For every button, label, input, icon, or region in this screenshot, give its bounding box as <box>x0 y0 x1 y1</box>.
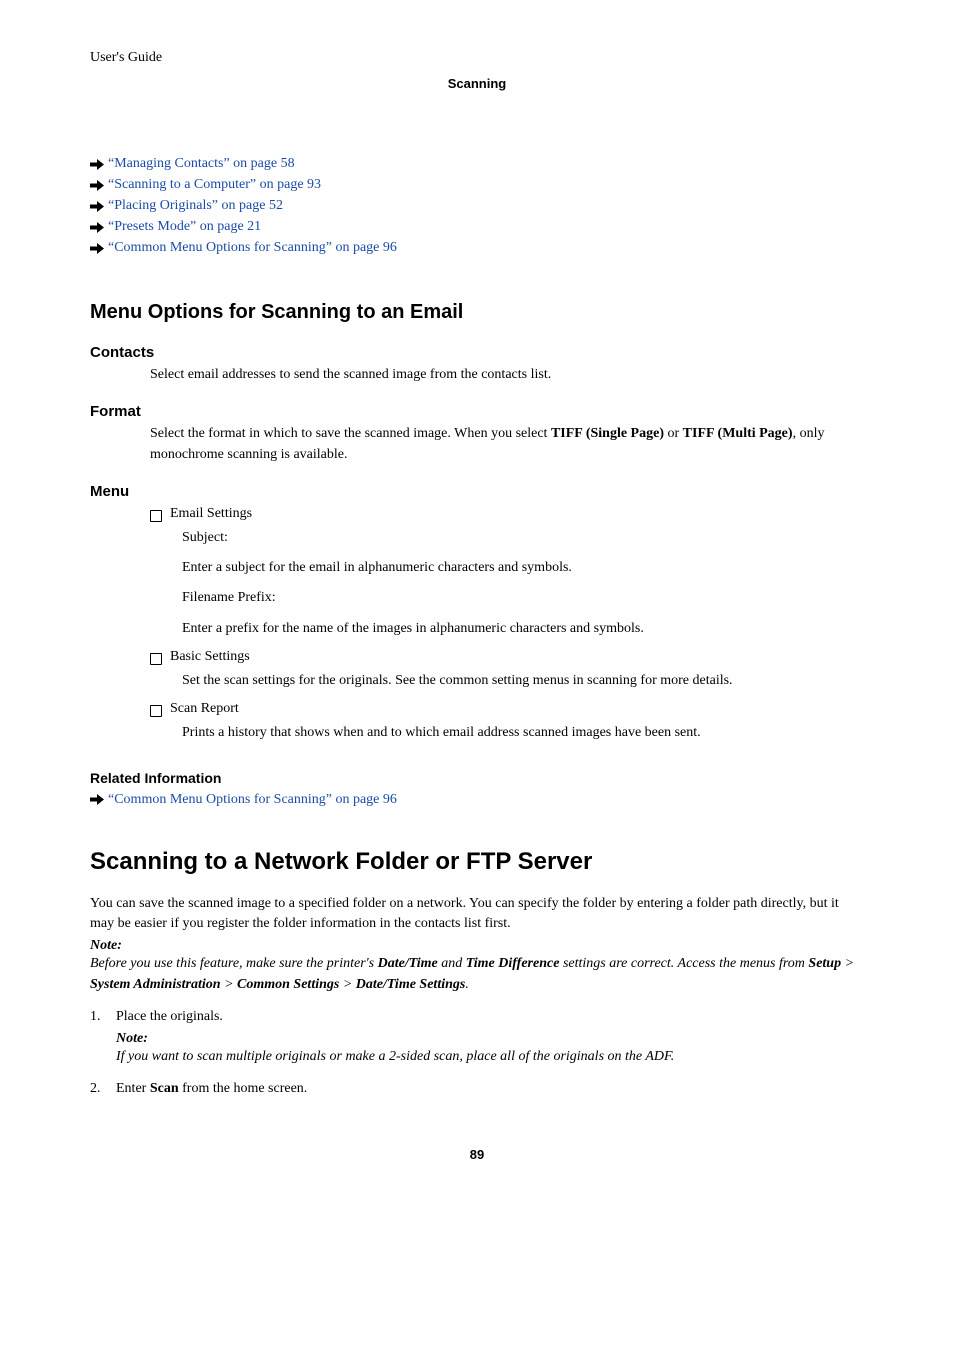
text-span: Enter <box>116 1081 150 1096</box>
note-bold: Date/Time Settings <box>356 977 466 992</box>
square-bullet-icon <box>150 510 162 522</box>
text-span: Select the format in which to save the s… <box>150 426 551 441</box>
top-link-list: “Managing Contacts” on page 58 “Scanning… <box>90 156 864 256</box>
format-description: Select the format in which to save the s… <box>150 424 864 465</box>
link-text: “Presets Mode” on page 21 <box>108 219 261 235</box>
contacts-description: Select email addresses to send the scann… <box>150 365 864 385</box>
basic-settings-text: Set the scan settings for the originals.… <box>182 671 864 691</box>
link-text: “Placing Originals” on page 52 <box>108 198 283 214</box>
text-bold: TIFF (Single Page) <box>551 426 664 441</box>
link-text: “Common Menu Options for Scanning” on pa… <box>108 792 397 808</box>
page-number: 89 <box>90 1147 864 1162</box>
bullet-label: Basic Settings <box>170 649 250 665</box>
text-bold: TIFF (Multi Page) <box>683 426 793 441</box>
subject-text: Enter a subject for the email in alphanu… <box>182 558 864 578</box>
subheading-menu: Menu <box>90 483 864 500</box>
step-note-label: Note: <box>116 1031 864 1047</box>
step-number: 1. <box>90 1009 116 1067</box>
link-item[interactable]: “Presets Mode” on page 21 <box>90 219 864 235</box>
arrow-right-icon <box>90 794 104 805</box>
link-item[interactable]: “Placing Originals” on page 52 <box>90 198 864 214</box>
text-span: from the home screen. <box>179 1081 308 1096</box>
subject-label: Subject: <box>182 528 864 548</box>
bullet-email-settings: Email Settings <box>150 506 864 522</box>
note-span: > <box>841 956 854 971</box>
step-1: 1. Place the originals. Note: If you wan… <box>90 1009 864 1067</box>
note-span: Before you use this feature, make sure t… <box>90 956 378 971</box>
subheading-format: Format <box>90 403 864 420</box>
note-bold: Common Settings <box>237 977 339 992</box>
section-heading-network-folder: Scanning to a Network Folder or FTP Serv… <box>90 848 864 876</box>
link-item[interactable]: “Common Menu Options for Scanning” on pa… <box>90 792 864 808</box>
note-label: Note: <box>90 938 864 954</box>
note-span: . <box>465 977 469 992</box>
related-information-heading: Related Information <box>90 770 864 786</box>
bullet-scan-report: Scan Report <box>150 701 864 717</box>
link-item[interactable]: “Managing Contacts” on page 58 <box>90 156 864 172</box>
note-span: > <box>339 977 355 992</box>
filename-text: Enter a prefix for the name of the image… <box>182 619 864 639</box>
arrow-right-icon <box>90 159 104 170</box>
link-text: “Scanning to a Computer” on page 93 <box>108 177 321 193</box>
arrow-right-icon <box>90 222 104 233</box>
step-text: Place the originals. <box>116 1009 864 1025</box>
step-text: Enter Scan from the home screen. <box>116 1081 864 1097</box>
link-item[interactable]: “Scanning to a Computer” on page 93 <box>90 177 864 193</box>
arrow-right-icon <box>90 201 104 212</box>
step-note-text: If you want to scan multiple originals o… <box>116 1047 864 1067</box>
header-guide: User's Guide <box>90 50 864 66</box>
bullet-label: Scan Report <box>170 701 239 717</box>
step-2: 2. Enter Scan from the home screen. <box>90 1081 864 1097</box>
note-bold: Date/Time <box>378 956 438 971</box>
step-number: 2. <box>90 1081 116 1097</box>
note-span: and <box>438 956 466 971</box>
section-heading-menu-options: Menu Options for Scanning to an Email <box>90 301 864 324</box>
link-item[interactable]: “Common Menu Options for Scanning” on pa… <box>90 240 864 256</box>
square-bullet-icon <box>150 653 162 665</box>
filename-label: Filename Prefix: <box>182 588 864 608</box>
note-bold: Time Difference <box>466 956 560 971</box>
text-bold: Scan <box>150 1081 179 1096</box>
bullet-basic-settings: Basic Settings <box>150 649 864 665</box>
bullet-label: Email Settings <box>170 506 252 522</box>
note-bold: Setup <box>808 956 841 971</box>
subheading-contacts: Contacts <box>90 344 864 361</box>
scan-report-text: Prints a history that shows when and to … <box>182 723 864 743</box>
square-bullet-icon <box>150 705 162 717</box>
header-section-title: Scanning <box>90 76 864 91</box>
link-text: “Common Menu Options for Scanning” on pa… <box>108 240 397 256</box>
text-span: or <box>664 426 683 441</box>
note-bold: System Administration <box>90 977 221 992</box>
arrow-right-icon <box>90 243 104 254</box>
note-span: > <box>221 977 237 992</box>
note-body: Before you use this feature, make sure t… <box>90 954 864 995</box>
note-span: settings are correct. Access the menus f… <box>559 956 808 971</box>
network-folder-intro: You can save the scanned image to a spec… <box>90 894 864 935</box>
arrow-right-icon <box>90 180 104 191</box>
link-text: “Managing Contacts” on page 58 <box>108 156 295 172</box>
